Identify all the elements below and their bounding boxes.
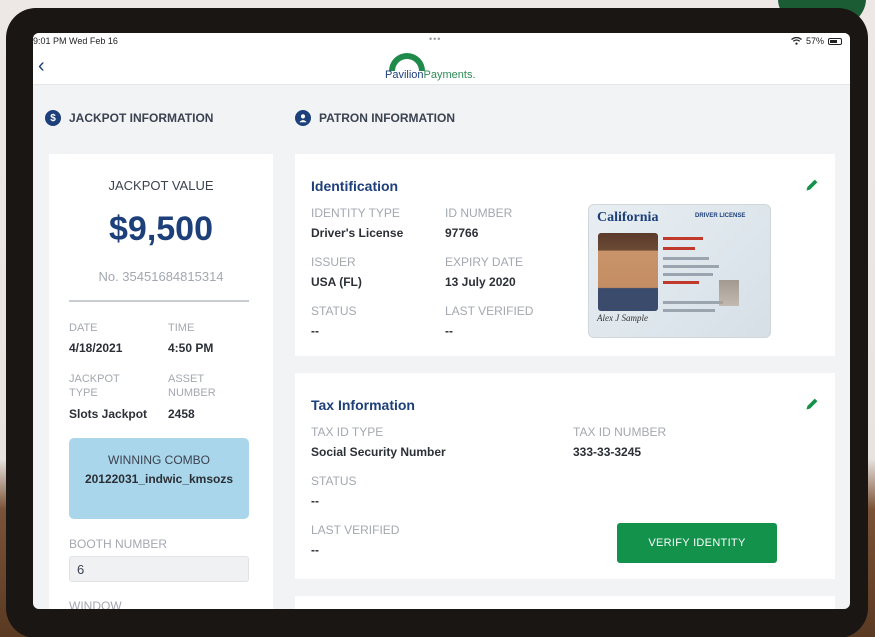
pavilion-payments-logo: PavilionPayments. [385,50,495,84]
drivers-license-image[interactable]: California DRIVER LICENSE Alex J Sample [588,204,771,338]
status-bar: 9:01 PM Wed Feb 16 ••• 57% [33,33,850,49]
jackpot-type-value: Slots Jackpot [69,407,148,421]
id-number-label: ID NUMBER [445,206,513,220]
booth-number-label: BOOTH NUMBER [69,537,168,551]
winning-combo-box: WINNING COMBO 20122031_indwic_kmsozs [69,438,249,519]
jackpot-type-label: JACKPOT TYPE [69,372,120,400]
id-last-verified-value: -- [445,324,453,338]
verify-identity-button[interactable]: VERIFY IDENTITY [617,523,777,563]
back-chevron-icon[interactable]: ‹ [38,55,45,78]
identity-type-label: IDENTITY TYPE [311,206,400,220]
jackpot-type-label-line2: TYPE [69,387,98,399]
logo-word-pavilion: Pavilion [385,69,424,81]
identity-type-value: Driver's License [311,226,404,240]
winning-combo-label: WINNING COMBO [108,453,210,467]
status-right: 57% [791,36,842,46]
license-ghost-photo [719,280,739,306]
license-line [663,265,719,268]
license-line [663,257,709,260]
jackpot-type-label-line1: JACKPOT [69,373,120,385]
asset-number-label: ASSET NUMBER [168,372,216,400]
tax-last-verified-value: -- [311,543,319,557]
id-number-value: 97766 [445,226,479,240]
license-line [663,281,699,284]
jackpot-value: $9,500 [109,210,213,248]
patron-section-header: PATRON INFORMATION [295,110,455,126]
asset-label-line1: ASSET [168,373,205,385]
issuer-label: ISSUER [311,255,356,269]
battery-icon [828,37,842,45]
tax-id-number-value: 333-33-3245 [573,445,642,459]
jackpot-divider [69,300,249,302]
tax-information-card: Tax Information TAX ID TYPE Social Secur… [295,373,835,579]
time-label: TIME [168,322,195,334]
patron-section-title: PATRON INFORMATION [319,111,455,125]
tax-last-verified-label: LAST VERIFIED [311,523,400,537]
date-label: DATE [69,322,98,334]
edit-identification-pencil-icon[interactable] [805,178,819,192]
id-last-verified-label: LAST VERIFIED [445,304,534,318]
booth-number-input[interactable]: 6 [69,556,249,582]
wifi-icon [791,37,802,45]
multitask-dots-icon[interactable]: ••• [429,34,441,44]
id-status-value: -- [311,324,319,338]
person-icon [295,110,311,126]
logo-text: PavilionPayments. [385,69,476,81]
id-status-label: STATUS [311,304,357,318]
jackpot-section-header: $ JACKPOT INFORMATION [45,110,213,126]
jackpot-value-label: JACKPOT VALUE [108,178,214,193]
expiry-label: EXPIRY DATE [445,255,524,269]
tax-status-value: -- [311,494,319,508]
tax-id-type-label: TAX ID TYPE [311,425,384,439]
tax-id-type-value: Social Security Number [311,445,446,459]
jackpot-card: JACKPOT VALUE $9,500 No. 35451684815314 … [49,154,273,609]
next-card-partial [295,596,835,609]
license-kind: DRIVER LICENSE [695,213,746,219]
issuer-value: USA (FL) [311,275,362,289]
license-signature: Alex J Sample [597,313,648,323]
expiry-value: 13 July 2020 [445,275,516,289]
battery-percent: 57% [805,36,824,46]
asset-label-line2: NUMBER [168,387,216,399]
edit-tax-pencil-icon[interactable] [805,397,819,411]
license-line [663,309,715,312]
license-line [663,273,713,276]
identification-card: Identification IDENTITY TYPE Driver's Li… [295,154,835,356]
tax-information-title: Tax Information [311,397,415,413]
dollar-icon: $ [45,110,61,126]
tax-status-label: STATUS [311,474,357,488]
jackpot-section-title: JACKPOT INFORMATION [69,111,214,125]
tax-id-number-label: TAX ID NUMBER [573,425,667,439]
logo-word-payments: Payments. [423,69,476,81]
app-screen: 9:01 PM Wed Feb 16 ••• 57% ‹ PavilionPay… [33,33,850,609]
time-value: 4:50 PM [168,341,214,355]
jackpot-number: No. 35451684815314 [98,269,224,284]
nav-bar: ‹ PavilionPayments. [33,49,850,85]
date-value: 4/18/2021 [69,341,123,355]
winning-combo-value: 20122031_indwic_kmsozs [84,472,234,486]
license-line [663,237,703,240]
license-photo [598,233,658,311]
license-line [663,301,723,304]
license-state: California [597,210,659,225]
asset-number-value: 2458 [168,407,195,421]
identification-title: Identification [311,178,399,194]
license-line [663,247,695,250]
window-label: WINDOW [69,599,122,609]
status-time: 9:01 PM Wed Feb 16 [33,36,118,46]
